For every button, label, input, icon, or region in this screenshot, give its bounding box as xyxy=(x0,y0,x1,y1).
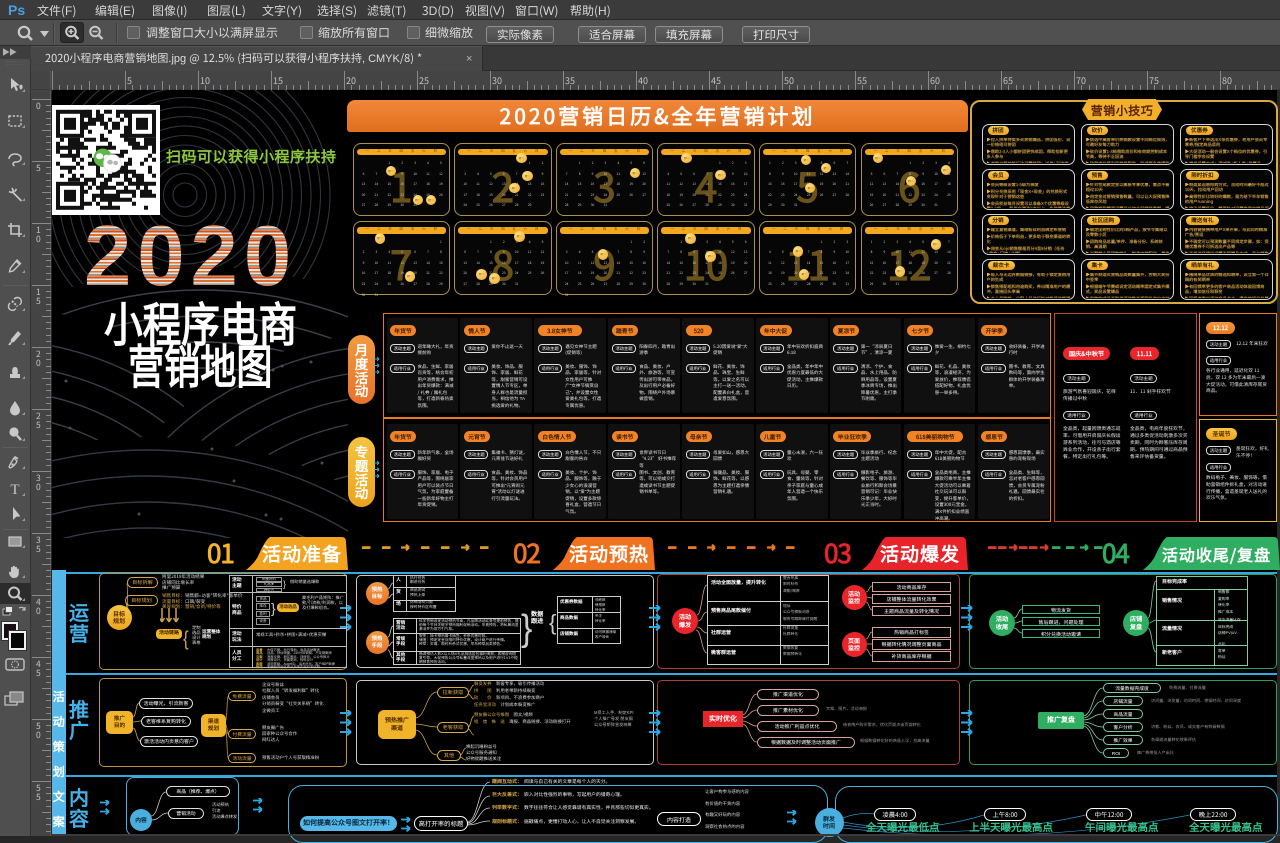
svg-text:T: T xyxy=(10,482,19,498)
